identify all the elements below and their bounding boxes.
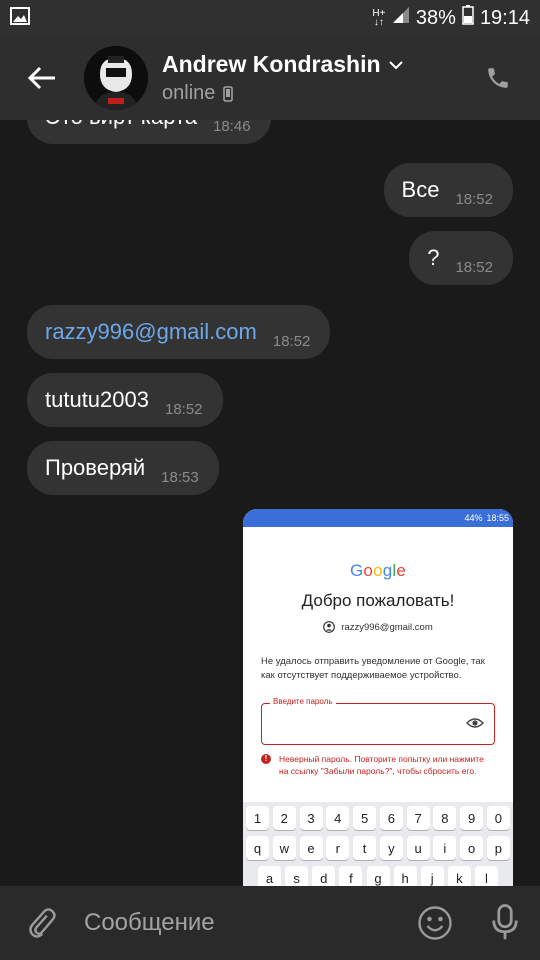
message-bubble[interactable]: Это вирт карта18:46 [27, 120, 271, 144]
account-icon [323, 621, 336, 633]
keyboard-key: 6 [379, 806, 403, 830]
account-chip: razzy996@gmail.com [243, 621, 513, 633]
contact-name[interactable]: Andrew Kondrashin [162, 51, 403, 78]
attach-button[interactable] [0, 886, 84, 960]
keyboard-key: 4 [326, 806, 350, 830]
paperclip-icon [29, 908, 56, 938]
message-bubble[interactable]: Проверяй 18:53 [27, 441, 219, 495]
image-icon [10, 6, 30, 30]
keyboard-key: f [339, 866, 363, 886]
clock: 19:14 [479, 6, 530, 29]
keyboard-key: 3 [299, 806, 323, 830]
chevron-down-icon [388, 60, 403, 69]
keyboard-key: t [353, 836, 377, 860]
message-time: 18:52 [272, 332, 311, 350]
keyboard-key: 0 [486, 806, 510, 830]
keyboard-key: 9 [460, 806, 484, 830]
photo-message[interactable]: 44% 18:55 Google Добро пожаловать! razzy… [243, 509, 513, 886]
message-bubble[interactable]: ? 18:52 [409, 231, 513, 285]
call-button[interactable] [478, 58, 518, 98]
message-bubble[interactable]: Все 18:52 [383, 163, 513, 217]
keyboard-key: 1 [246, 806, 269, 830]
google-logo: Google [349, 561, 407, 580]
eye-icon [466, 718, 484, 728]
keyboard-key: s [285, 866, 309, 886]
chat-header: Andrew Kondrashin online [0, 36, 540, 120]
keyboard-key: w [272, 836, 296, 860]
message-bubble[interactable]: razzy996@gmail.com 18:52 [27, 305, 331, 359]
keyboard-key: h [393, 866, 417, 886]
notification-message: Не удалось отправить уведомление от Goog… [261, 656, 485, 681]
message-time: 18:52 [164, 400, 203, 418]
message-time: 18:46 [213, 120, 251, 135]
message-time: 18:52 [455, 190, 493, 208]
keyboard-key: 8 [433, 806, 457, 830]
message-time: 18:53 [161, 468, 199, 486]
keyboard-key: a [258, 866, 281, 886]
message-bubble[interactable]: tututu2003 18:52 [27, 373, 223, 427]
keyboard-key: d [312, 866, 336, 886]
signal-icon [392, 6, 410, 30]
keyboard-key: j [420, 866, 444, 886]
status-bar: H+ ↓↑ 38% 19:14 [0, 0, 540, 36]
screenshot-keyboard: 1234567890 qwertyuiop asdfghjkl [243, 802, 513, 886]
password-error: ! Неверный пароль. Повторите попытку или… [243, 753, 513, 777]
keyboard-key: l [475, 866, 498, 886]
keyboard-key: e [299, 836, 323, 860]
message-input[interactable] [84, 886, 400, 960]
email-link[interactable]: razzy996@gmail.com [45, 319, 257, 345]
contact-status: online [162, 82, 403, 105]
password-field: Введите пароль [261, 697, 495, 745]
keyboard-key: r [326, 836, 350, 860]
welcome-title: Добро пожаловать! [301, 591, 455, 610]
back-arrow-icon [27, 66, 55, 90]
back-button[interactable] [0, 36, 84, 120]
keyboard-key: 5 [353, 806, 377, 830]
battery-icon [462, 5, 474, 31]
keyboard-key: g [366, 866, 390, 886]
emoji-button[interactable] [400, 886, 470, 960]
microphone-icon [492, 904, 518, 940]
phone-call-icon [488, 68, 508, 88]
battery-percent: 38% [415, 6, 456, 29]
keyboard-key: 7 [406, 806, 430, 830]
keyboard-key: y [379, 836, 403, 860]
message-list[interactable]: Это вирт карта18:46 Все18:52 ?18:52 razz… [0, 120, 540, 886]
screenshot-status-bar: 44% 18:55 [243, 509, 513, 527]
message-time: 18:52 [455, 258, 493, 276]
keyboard-key: p [486, 836, 510, 860]
avatar[interactable] [84, 46, 148, 110]
network-type: H+ ↓↑ [372, 8, 386, 28]
keyboard-key: 2 [272, 806, 296, 830]
keyboard-key: i [433, 836, 457, 860]
error-icon: ! [261, 754, 271, 764]
voice-message-button[interactable] [470, 886, 540, 960]
keyboard-key: k [447, 866, 471, 886]
keyboard-key: q [246, 836, 269, 860]
emoji-icon [418, 906, 452, 940]
password-label: Введите пароль [270, 697, 336, 706]
keyboard-key: o [460, 836, 484, 860]
message-composer [0, 886, 540, 960]
mobile-device-icon [223, 85, 234, 102]
keyboard-key: u [406, 836, 430, 860]
